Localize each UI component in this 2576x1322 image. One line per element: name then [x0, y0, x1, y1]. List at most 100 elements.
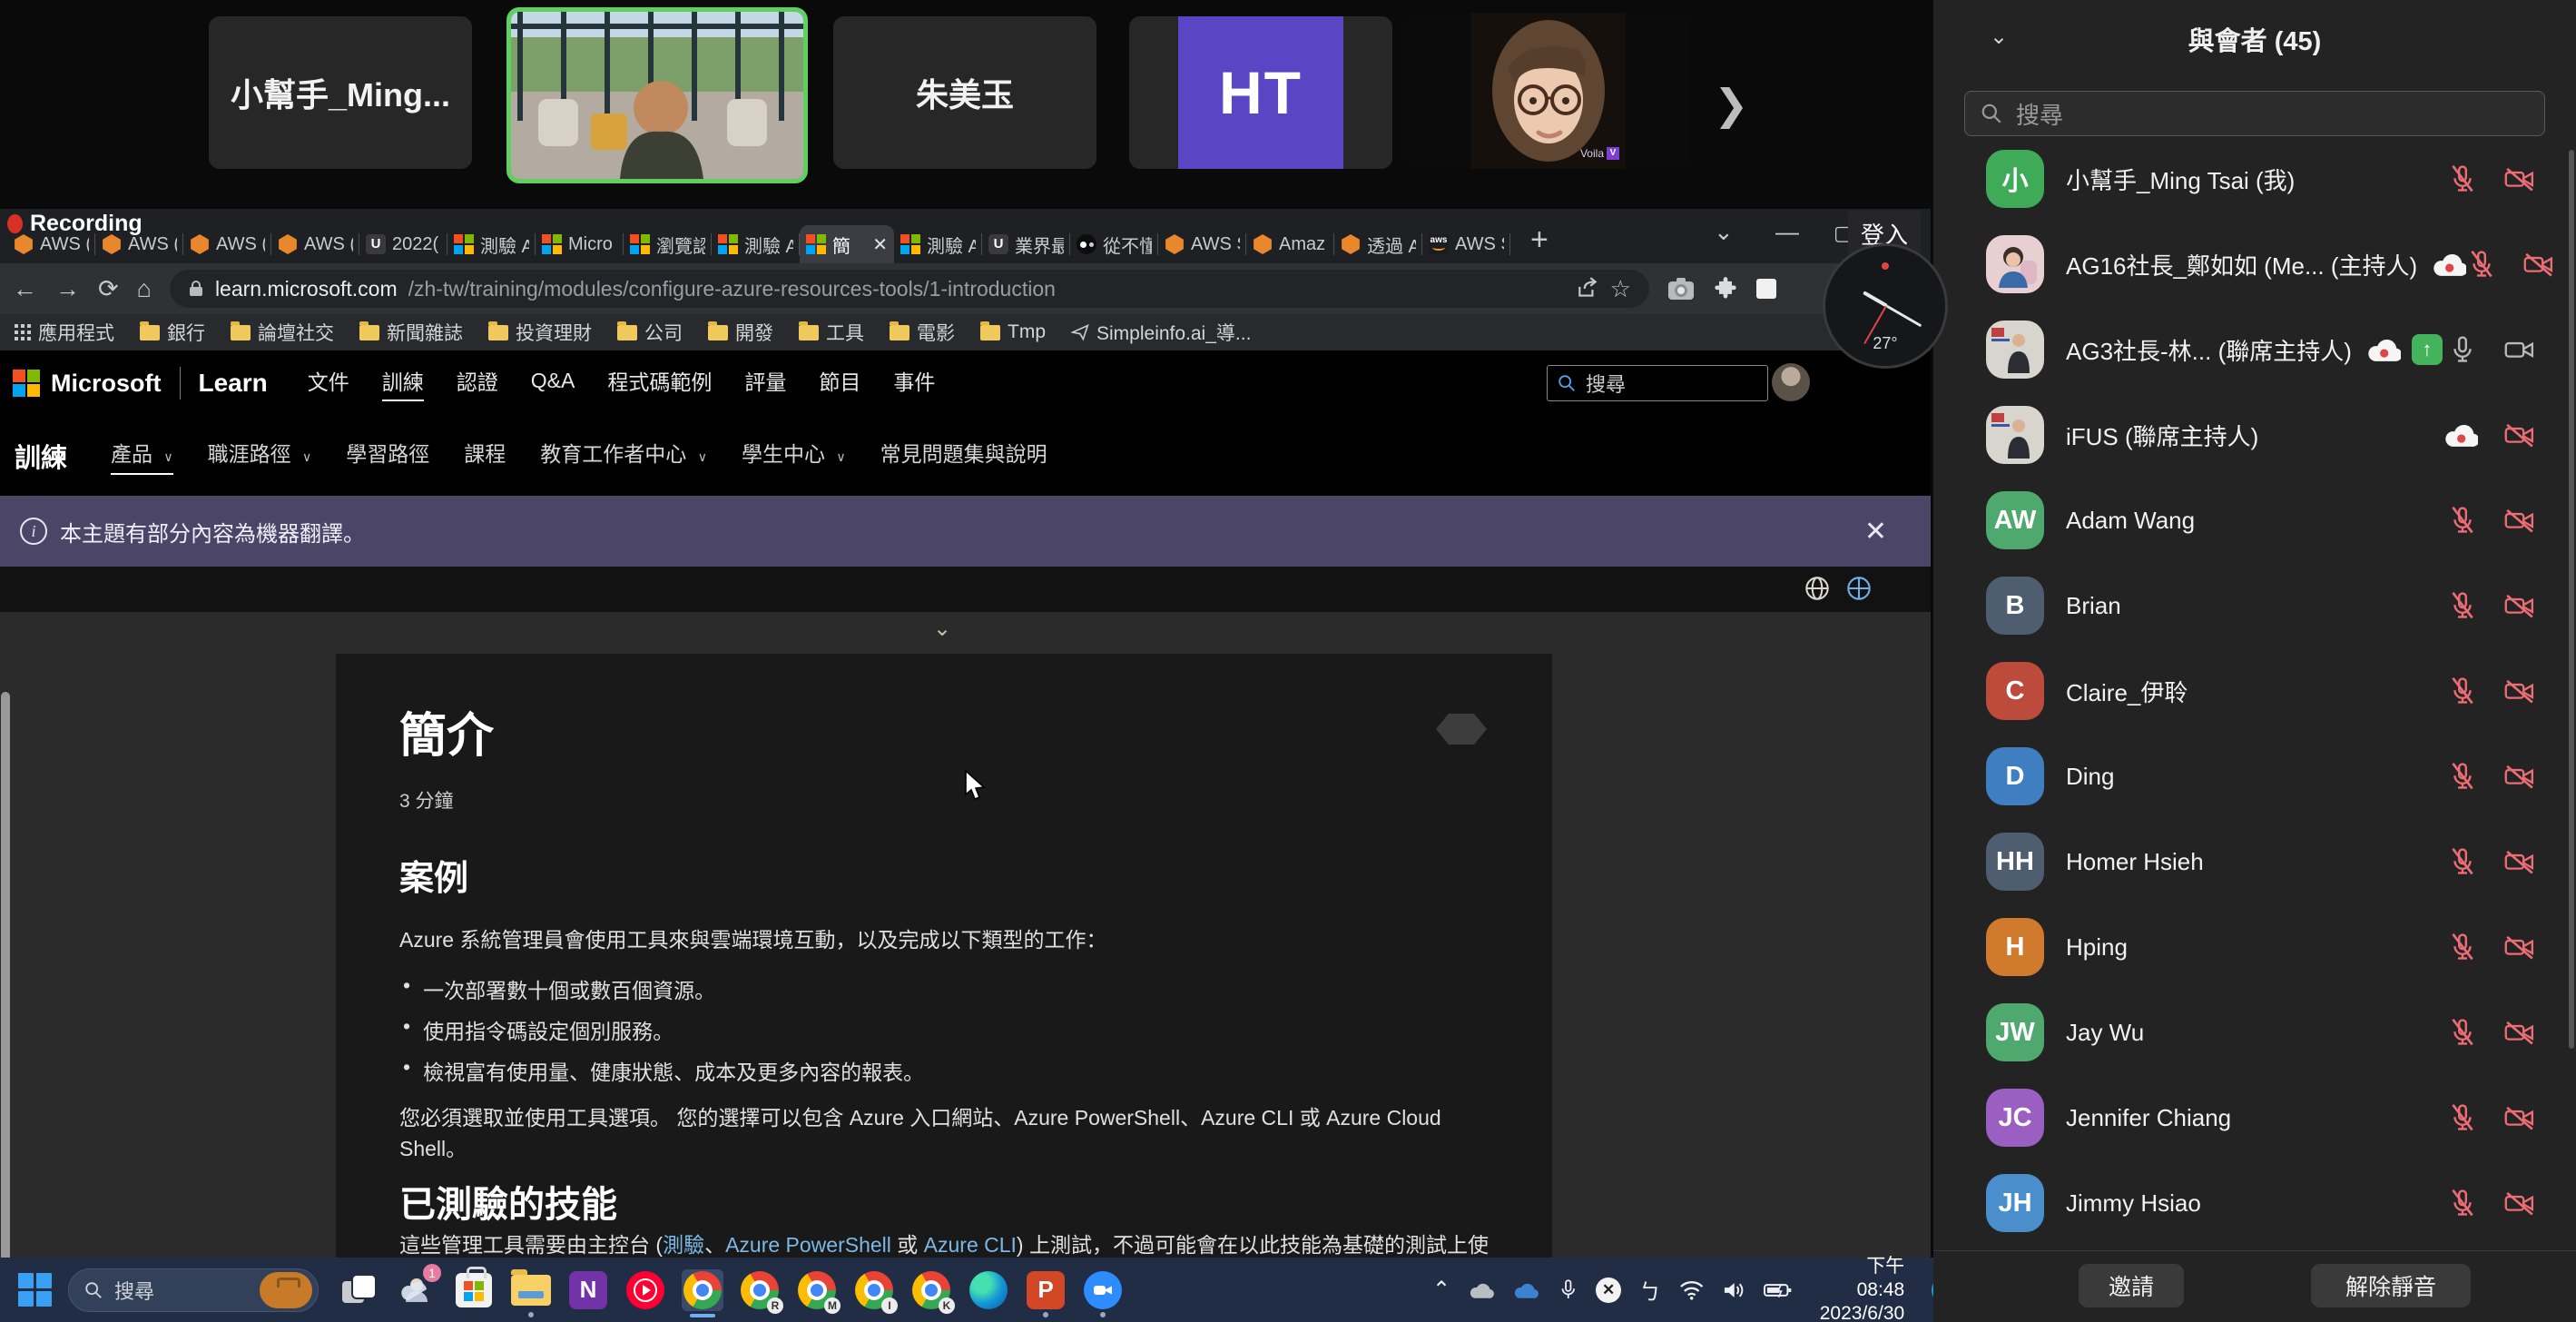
learn-product[interactable]: Learn: [199, 369, 268, 398]
bookmark-1[interactable]: 銀行: [140, 319, 205, 346]
bookmark-5[interactable]: 公司: [617, 319, 683, 346]
address-bar[interactable]: learn.microsoft.com /zh-tw/training/modu…: [170, 270, 1649, 308]
learn-nav-6[interactable]: 節目: [819, 365, 860, 401]
video-off-icon[interactable]: [2503, 932, 2536, 962]
mic-muted-icon[interactable]: [2447, 590, 2478, 621]
microsoft-brand[interactable]: Microsoft: [51, 370, 162, 398]
mic-muted-icon[interactable]: [2447, 761, 2478, 792]
participant-search-box[interactable]: 搜尋: [1964, 91, 2545, 136]
mic-muted-icon[interactable]: [2447, 932, 2478, 962]
subnav-item-5[interactable]: 學生中心 ∨: [742, 437, 846, 475]
banner-close-icon[interactable]: ✕: [1864, 516, 1887, 548]
browser-tab-5[interactable]: 測驗 A: [447, 225, 536, 263]
reload-icon[interactable]: ⟳: [98, 275, 119, 303]
browser-tab-4[interactable]: U2022(: [359, 225, 447, 263]
participant-row-8[interactable]: HHHomer Hsieh: [1933, 819, 2576, 904]
learn-nav-7[interactable]: 事件: [893, 365, 935, 401]
bookmark-6[interactable]: 開發: [708, 319, 773, 346]
forward-icon[interactable]: →: [55, 275, 80, 303]
volume-icon[interactable]: [1722, 1279, 1745, 1301]
white-extension-icon[interactable]: [1756, 279, 1776, 299]
taskbar-app-chrome-r[interactable]: R: [739, 1269, 781, 1311]
taskbar-search[interactable]: 搜尋: [68, 1268, 319, 1312]
video-off-icon[interactable]: [2503, 1017, 2536, 1048]
collapse-chevron-icon[interactable]: ⌄: [933, 616, 951, 642]
participant-row-0[interactable]: 小小幫手_Ming Tsai (我): [1933, 136, 2576, 222]
bookmark-9[interactable]: Tmp: [980, 321, 1046, 343]
video-off-icon[interactable]: [2503, 761, 2536, 792]
browser-tab-2[interactable]: AWS (: [183, 225, 271, 263]
share-icon[interactable]: [1576, 277, 1599, 301]
browser-tab-16[interactable]: AWS S: [1422, 225, 1510, 263]
mic-muted-icon[interactable]: [2466, 249, 2497, 280]
extensions-puzzle-icon[interactable]: [1713, 276, 1738, 301]
bookmark-2[interactable]: 論壇社交: [231, 319, 334, 346]
browser-tab-9[interactable]: 簡✕: [800, 225, 894, 263]
taskbar-app-edge[interactable]: [968, 1269, 1009, 1311]
bookmark-3[interactable]: 新聞雜誌: [359, 319, 463, 346]
globe-icon[interactable]: [1804, 576, 1830, 601]
panel-scrollbar-thumb[interactable]: [2569, 150, 2574, 1049]
video-off-icon[interactable]: [2503, 419, 2536, 450]
learn-nav-5[interactable]: 評量: [744, 365, 786, 401]
bookmark-10[interactable]: Simpleinfo.ai_導...: [1071, 319, 1251, 346]
start-button-icon[interactable]: [18, 1273, 52, 1307]
participant-row-9[interactable]: HHping: [1933, 904, 2576, 990]
video-tile-zhu[interactable]: 朱美玉: [833, 16, 1096, 169]
video-tile-active-speaker[interactable]: [506, 7, 808, 183]
video-tile-ming[interactable]: 小幫手_Ming...: [209, 16, 472, 169]
participant-row-4[interactable]: AWAdam Wang: [1933, 478, 2576, 563]
subnav-item-6[interactable]: 常見問題集與說明: [880, 437, 1047, 475]
participant-row-5[interactable]: BBrian: [1933, 563, 2576, 648]
tray-chevron-icon[interactable]: ⌃: [1432, 1277, 1450, 1303]
taskbar-app-chrome-m[interactable]: M: [796, 1269, 838, 1311]
profile-avatar[interactable]: [1772, 363, 1810, 401]
invite-button[interactable]: 邀請: [2079, 1264, 2184, 1307]
translate-icon[interactable]: [1846, 576, 1872, 601]
taskbar-app-store[interactable]: [453, 1269, 495, 1311]
mic-muted-icon[interactable]: [2447, 676, 2478, 706]
unmute-all-button[interactable]: 解除靜音: [2311, 1264, 2471, 1307]
video-off-icon[interactable]: [2503, 163, 2536, 194]
back-icon[interactable]: ←: [13, 275, 37, 303]
inline-link[interactable]: 測驗: [663, 1233, 704, 1257]
bookmark-0[interactable]: 應用程式: [15, 319, 114, 346]
learn-nav-2[interactable]: 認證: [457, 365, 498, 401]
participant-row-1[interactable]: AG16社長_鄭如如 (Me... (主持人): [1933, 222, 2576, 307]
tab-close-icon[interactable]: ✕: [872, 233, 888, 256]
subnav-item-2[interactable]: 學習路徑: [346, 437, 429, 475]
screenshot-extension-icon[interactable]: [1667, 277, 1695, 301]
onedrive-blue-cloud-icon[interactable]: [1513, 1280, 1539, 1300]
page-scrollbar-thumb[interactable]: [1, 692, 10, 1258]
wifi-icon[interactable]: [1679, 1280, 1704, 1300]
subnav-item-4[interactable]: 教育工作者中心 ∨: [540, 437, 707, 475]
subnav-item-1[interactable]: 職涯路徑 ∨: [208, 437, 312, 475]
browser-tab-15[interactable]: 透過 A: [1334, 225, 1422, 263]
mic-muted-icon[interactable]: [2447, 1017, 2478, 1048]
video-off-icon[interactable]: [2503, 1102, 2536, 1133]
cloud-recording-icon[interactable]: [2432, 251, 2466, 278]
taskbar-app-onenote[interactable]: N: [567, 1269, 609, 1311]
mic-muted-icon[interactable]: [2447, 846, 2478, 877]
learn-nav-3[interactable]: Q&A: [531, 369, 575, 399]
mic-muted-icon[interactable]: [2447, 505, 2478, 536]
taskbar-app-taskview[interactable]: [339, 1269, 380, 1311]
inline-link[interactable]: Azure CLI: [924, 1233, 1017, 1257]
browser-tab-7[interactable]: 瀏覽認: [624, 225, 712, 263]
learn-nav-1[interactable]: 訓練: [382, 365, 424, 401]
participant-row-6[interactable]: CClaire_伊聆: [1933, 648, 2576, 734]
participant-row-12[interactable]: JHJimmy Hsiao: [1933, 1160, 2576, 1246]
video-off-icon[interactable]: [2503, 505, 2536, 536]
participant-row-7[interactable]: DDing: [1933, 734, 2576, 819]
mic-muted-icon[interactable]: [2447, 163, 2478, 194]
participant-row-3[interactable]: iFUS (聯席主持人): [1933, 392, 2576, 478]
browser-tab-13[interactable]: AWS S: [1158, 225, 1246, 263]
taskbar-app-people[interactable]: 1: [396, 1269, 438, 1311]
learn-nav-4[interactable]: 程式碼範例: [607, 365, 712, 401]
microphone-tray-icon[interactable]: [1558, 1278, 1578, 1303]
cloud-recording-icon[interactable]: [2443, 421, 2478, 449]
browser-tab-6[interactable]: Micro: [536, 225, 624, 263]
participant-row-11[interactable]: JCJennifer Chiang: [1933, 1075, 2576, 1160]
minimize-button[interactable]: —: [1775, 218, 1799, 246]
close-circle-icon[interactable]: ✕: [1596, 1278, 1620, 1303]
